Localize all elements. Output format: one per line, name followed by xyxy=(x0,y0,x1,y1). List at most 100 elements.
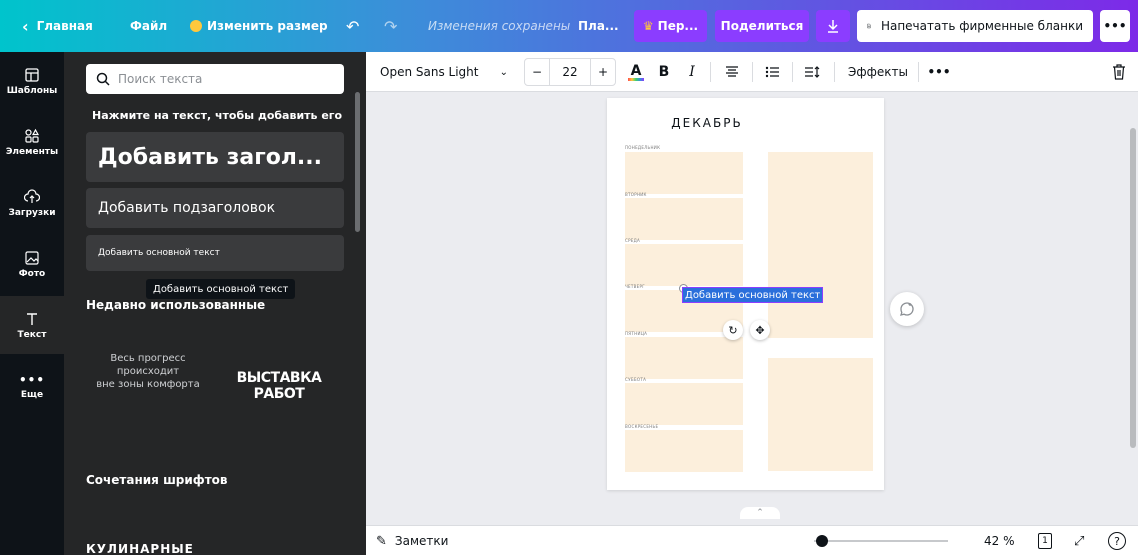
rail-item-photos[interactable]: Фото xyxy=(0,235,64,293)
font-family-value: Open Sans Light xyxy=(380,65,479,79)
saved-status: Изменения сохранены xyxy=(428,19,571,33)
line-spacing-icon[interactable] xyxy=(798,58,826,86)
day-label: СРЕДА xyxy=(625,238,641,243)
share-button[interactable]: Поделиться xyxy=(715,10,809,42)
notes-box[interactable] xyxy=(768,358,873,471)
add-comment-icon[interactable] xyxy=(890,292,924,326)
font-size-increase[interactable]: + xyxy=(590,58,616,86)
premium-label: Пер... xyxy=(657,19,699,33)
rail-label: Загрузки xyxy=(8,207,56,218)
color-stripe xyxy=(628,77,644,81)
panel-scrollbar[interactable] xyxy=(355,92,360,232)
redo-icon[interactable]: ↷ xyxy=(384,10,397,42)
day-box[interactable] xyxy=(625,152,743,194)
text-color-icon: A xyxy=(630,62,642,79)
print-label: Напечатать фирменные бланки xyxy=(880,19,1083,33)
chevron-up-icon[interactable]: ⌃ xyxy=(740,507,780,519)
align-center-icon[interactable] xyxy=(718,58,746,86)
download-icon[interactable] xyxy=(816,10,850,42)
more-icon: ••• xyxy=(18,372,45,387)
rail-item-elements[interactable]: Элементы xyxy=(0,113,64,171)
document-icon xyxy=(867,23,871,29)
notes-icon: ✎ xyxy=(376,533,387,549)
plan-button[interactable]: Пла... xyxy=(578,10,619,42)
divider xyxy=(792,62,793,82)
divider xyxy=(752,62,753,82)
add-heading-button[interactable]: Добавить загол... xyxy=(86,132,344,182)
side-rail: Шаблоны Элементы Загрузки Фото Текст •••… xyxy=(0,52,64,555)
editor-toolbar: Open Sans Light ⌄ − 22 + A B I Эффекты •… xyxy=(366,52,1138,92)
print-button[interactable]: Напечатать фирменные бланки xyxy=(857,10,1093,42)
effects-button[interactable]: Эффекты xyxy=(842,58,914,86)
zoom-slider-knob[interactable] xyxy=(816,535,828,547)
recent-font-sample-1[interactable]: Весь прогресс происходит вне зоны комфор… xyxy=(86,352,210,422)
day-label: ПЯТНИЦА xyxy=(625,331,648,336)
day-box[interactable] xyxy=(625,383,743,425)
page-title: ДЕКАБРЬ xyxy=(671,116,743,130)
add-subheading-button[interactable]: Добавить подзаголовок xyxy=(86,188,344,228)
add-body-text-button[interactable]: Добавить основной текст xyxy=(86,235,344,271)
rail-item-templates[interactable]: Шаблоны xyxy=(0,52,64,110)
page-number: 1 xyxy=(1038,533,1052,549)
vertical-scrollbar[interactable] xyxy=(1128,92,1138,519)
notes-button[interactable]: ✎ Заметки xyxy=(376,526,448,555)
rail-item-more[interactable]: ••• Еще xyxy=(0,357,64,415)
undo-icon[interactable]: ↶ xyxy=(346,10,359,42)
combos-title: Сочетания шрифтов xyxy=(86,473,228,487)
help-icon: ? xyxy=(1108,532,1126,550)
rail-item-text[interactable]: Текст xyxy=(0,296,64,354)
resize-button[interactable]: Изменить размер xyxy=(190,10,328,42)
photo-icon xyxy=(25,250,39,265)
text-icon xyxy=(27,312,37,325)
panel-hint: Нажмите на текст, чтобы добавить его xyxy=(92,109,343,122)
rail-label: Фото xyxy=(18,268,46,279)
rail-item-uploads[interactable]: Загрузки xyxy=(0,174,64,232)
day-label: ПОНЕДЕЛЬНИК xyxy=(625,145,661,150)
trash-icon[interactable] xyxy=(1106,58,1132,86)
bottom-bar: ✎ Заметки 42 % 1 ⤢ ? xyxy=(366,525,1138,555)
zoom-slider-track[interactable] xyxy=(814,540,948,542)
premium-button[interactable]: ♛ Пер... xyxy=(634,10,707,42)
file-menu-button[interactable]: Файл xyxy=(130,10,167,42)
divider xyxy=(918,62,919,82)
recent-font-sample-2[interactable]: ВЫСТАВКА РАБОТ xyxy=(214,370,344,402)
font-size-input[interactable]: 22 xyxy=(550,58,590,86)
font-family-select[interactable]: Open Sans Light ⌄ xyxy=(374,58,514,86)
day-box[interactable] xyxy=(625,244,743,286)
page-count-button[interactable]: 1 xyxy=(1038,526,1052,555)
resize-label: Изменить размер xyxy=(207,19,328,33)
rotate-icon[interactable]: ↻ xyxy=(723,320,743,340)
text-color-button[interactable]: A xyxy=(624,58,648,86)
elements-icon xyxy=(25,128,40,143)
font-combo-sample-1[interactable]: КУЛИНАРНЫЕ xyxy=(86,542,194,555)
zoom-value[interactable]: 42 % xyxy=(984,526,1015,555)
list-icon[interactable] xyxy=(758,58,786,86)
sample-line: происходит xyxy=(116,366,180,377)
upload-icon xyxy=(24,188,40,203)
selected-text-box[interactable]: Добавить основной текст xyxy=(681,287,824,303)
fullscreen-icon[interactable]: ⤢ xyxy=(1074,526,1084,555)
bold-button[interactable]: B xyxy=(652,58,676,86)
move-icon[interactable]: ✥ xyxy=(750,320,770,340)
scrollbar-thumb[interactable] xyxy=(1130,128,1136,448)
home-button[interactable]: ‹ Главная xyxy=(22,10,93,42)
day-label: СУББОТА xyxy=(625,377,647,382)
top-bar: ‹ Главная Файл Изменить размер ↶ ↷ Измен… xyxy=(0,0,1138,52)
rail-label: Шаблоны xyxy=(6,85,58,96)
day-box[interactable] xyxy=(625,337,743,379)
notes-box[interactable] xyxy=(768,152,873,338)
more-options-button[interactable]: ••• xyxy=(924,58,954,86)
recent-title: Недавно использованные xyxy=(86,298,266,312)
rail-label: Еще xyxy=(20,389,44,400)
search-input[interactable]: Поиск текста xyxy=(86,64,344,94)
sample-title: ВЫСТАВКА РАБОТ xyxy=(236,370,322,402)
more-menu-button[interactable]: ••• xyxy=(1100,10,1130,42)
italic-button[interactable]: I xyxy=(680,58,704,86)
day-box[interactable] xyxy=(625,198,743,240)
day-box[interactable] xyxy=(625,430,743,472)
help-button[interactable]: ? xyxy=(1108,526,1126,555)
design-page[interactable]: ДЕКАБРЬ ПОНЕДЕЛЬНИК ВТОРНИК СРЕДА ЧЕТВЕР… xyxy=(607,98,884,490)
day-label: ВТОРНИК xyxy=(625,192,647,197)
divider xyxy=(834,62,835,82)
font-size-decrease[interactable]: − xyxy=(524,58,550,86)
